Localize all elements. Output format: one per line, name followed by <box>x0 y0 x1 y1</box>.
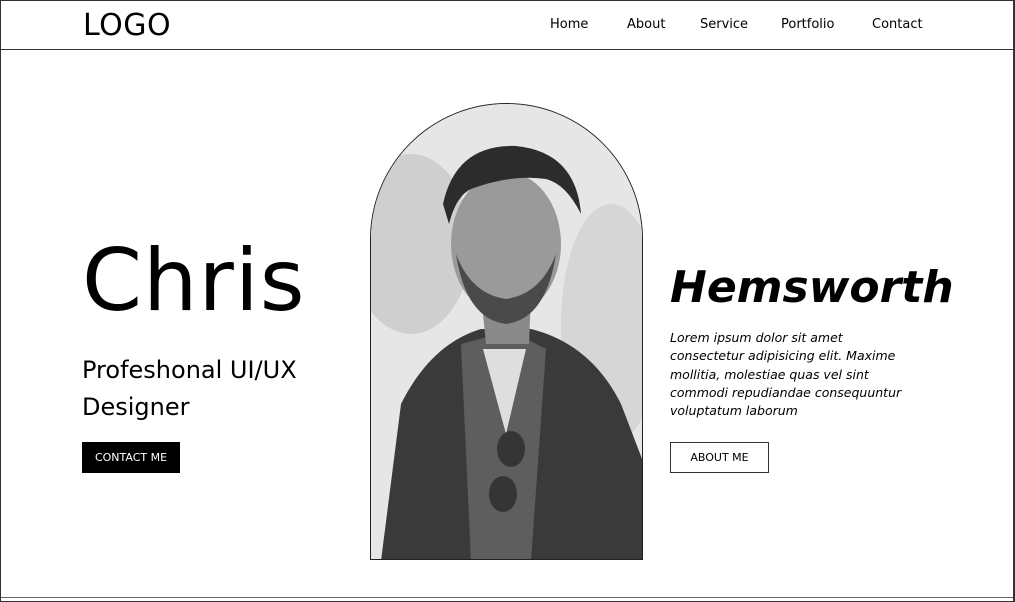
first-name-heading: Chris <box>82 231 306 331</box>
bio-text: Lorem ipsum dolor sit amet consectetur a… <box>670 330 902 419</box>
nav-home[interactable]: Home <box>550 17 588 32</box>
last-name-heading: Hemsworth <box>670 262 954 313</box>
nav-portfolio[interactable]: Portfolio <box>781 17 834 32</box>
contact-me-button[interactable]: CONTACT ME <box>82 442 180 473</box>
portrait-photo-icon <box>371 104 642 559</box>
footer-divider <box>1 597 1013 598</box>
logo[interactable]: LOGO <box>83 8 171 43</box>
nav-service[interactable]: Service <box>700 17 748 32</box>
nav-contact[interactable]: Contact <box>872 17 923 32</box>
about-me-button[interactable]: ABOUT ME <box>670 442 769 473</box>
site-header: LOGO Home About Service Portfolio Contac… <box>1 1 1013 50</box>
tagline: Profeshonal UI/UX Designer <box>82 356 297 421</box>
nav-about[interactable]: About <box>627 17 665 32</box>
portrait-arch <box>370 103 643 560</box>
